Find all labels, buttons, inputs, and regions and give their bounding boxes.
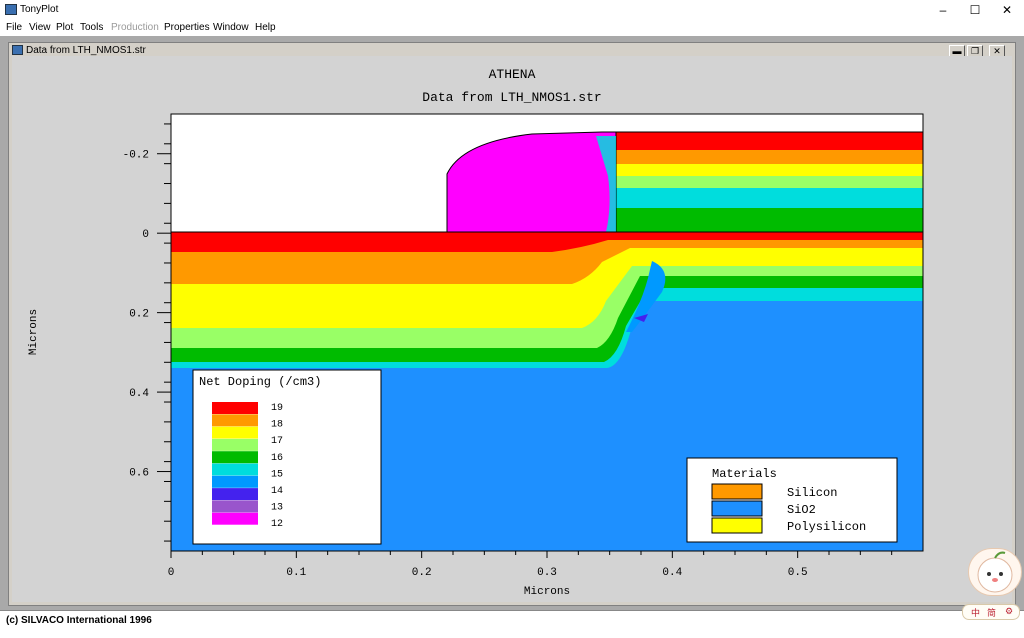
doping-swatch: [212, 475, 258, 488]
material-label: SiO2: [787, 503, 816, 517]
menu-view[interactable]: View: [29, 22, 51, 33]
y-tick-label: 0.4: [129, 388, 149, 400]
doping-level-label: 14: [271, 486, 283, 497]
x-tick-label: 0.2: [412, 567, 432, 579]
ime-mode-chinese[interactable]: 中: [971, 606, 980, 619]
y-axis-label: Microns: [28, 309, 40, 355]
doping-swatch: [212, 414, 258, 427]
doping-level-label: 13: [271, 503, 283, 514]
x-tick-label: 0.5: [788, 567, 808, 579]
menu-bar: File View Plot Tools Production Properti…: [0, 20, 1024, 36]
doping-legend-title: Net Doping (/cm3): [199, 375, 321, 389]
ime-settings-icon[interactable]: ⚙: [1005, 606, 1013, 617]
material-label: Silicon: [787, 486, 837, 500]
x-axis: 0 0.1 0.2 0.3 0.4 0.5: [168, 551, 893, 579]
materials-legend-title: Materials: [712, 467, 777, 481]
doping-swatch: [212, 488, 258, 501]
plot-title: ATHENA: [489, 67, 536, 82]
ime-toolbar[interactable]: 中 简 ⚙: [962, 604, 1020, 620]
status-copyright: (c) SILVACO International 1996: [6, 615, 152, 626]
doping-swatch: [212, 500, 258, 513]
menu-help[interactable]: Help: [255, 22, 276, 33]
material-swatch: [711, 517, 763, 534]
menu-file[interactable]: File: [6, 22, 22, 33]
close-button[interactable]: ✕: [990, 0, 1024, 20]
menu-window[interactable]: Window: [213, 22, 249, 33]
doping-swatch: [212, 438, 258, 451]
y-tick-label: 0: [142, 229, 149, 241]
menu-plot[interactable]: Plot: [56, 22, 73, 33]
doping-swatch: [212, 426, 258, 439]
y-tick-label: 0.6: [129, 468, 149, 480]
x-tick-label: 0.4: [662, 567, 682, 579]
doping-level-label: 16: [271, 453, 283, 464]
doping-level-label: 17: [271, 436, 283, 447]
menu-production[interactable]: Production: [111, 22, 159, 33]
doping-level-label: 15: [271, 469, 283, 480]
doping-plot[interactable]: ATHENA Data from LTH_NMOS1.str 0 0.1 0.2…: [12, 56, 1012, 602]
material-label: Polysilicon: [787, 520, 866, 534]
doping-swatch: [212, 512, 258, 525]
gate-band-19: [616, 132, 923, 150]
x-tick-label: 0: [168, 567, 175, 579]
ime-mascot-icon[interactable]: [968, 548, 1022, 596]
child-window-icon: [12, 45, 23, 55]
ime-mode-simplified[interactable]: 简: [987, 606, 996, 619]
maximize-button[interactable]: ☐: [958, 0, 992, 20]
x-axis-label: Microns: [524, 586, 570, 598]
plot-panel: ATHENA Data from LTH_NMOS1.str 0 0.1 0.2…: [12, 56, 1012, 602]
doping-swatch: [212, 402, 258, 414]
plot-subtitle: Data from LTH_NMOS1.str: [422, 90, 601, 105]
doping-legend: Net Doping (/cm3) 19 18 17 16 15 14 13 12: [192, 369, 382, 545]
x-tick-label: 0.1: [286, 567, 306, 579]
doping-level-label: 19: [271, 403, 283, 414]
doping-swatch: [212, 463, 258, 476]
y-axis: -0.2 0 0.2 0.4 0.6: [123, 123, 171, 542]
child-window-title: Data from LTH_NMOS1.str: [26, 45, 146, 56]
tonyplot-app-icon: [5, 4, 17, 15]
material-swatch: [711, 483, 763, 500]
menu-properties[interactable]: Properties: [164, 22, 210, 33]
materials-legend: Materials Silicon SiO2 Polysilicon: [686, 457, 898, 543]
doping-level-label: 18: [271, 420, 283, 431]
minimize-button[interactable]: –: [926, 0, 960, 20]
y-tick-label: -0.2: [123, 150, 149, 162]
menu-tools[interactable]: Tools: [80, 22, 103, 33]
x-tick-label: 0.3: [537, 567, 557, 579]
app-title: TonyPlot: [20, 4, 59, 15]
doping-level-label: 12: [271, 519, 283, 530]
doping-swatch: [212, 451, 258, 464]
status-bar: (c) SILVACO International 1996: [0, 610, 1024, 631]
y-tick-label: 0.2: [129, 309, 149, 321]
material-swatch: [711, 500, 763, 517]
app-titlebar: TonyPlot – ☐ ✕: [0, 0, 1024, 20]
